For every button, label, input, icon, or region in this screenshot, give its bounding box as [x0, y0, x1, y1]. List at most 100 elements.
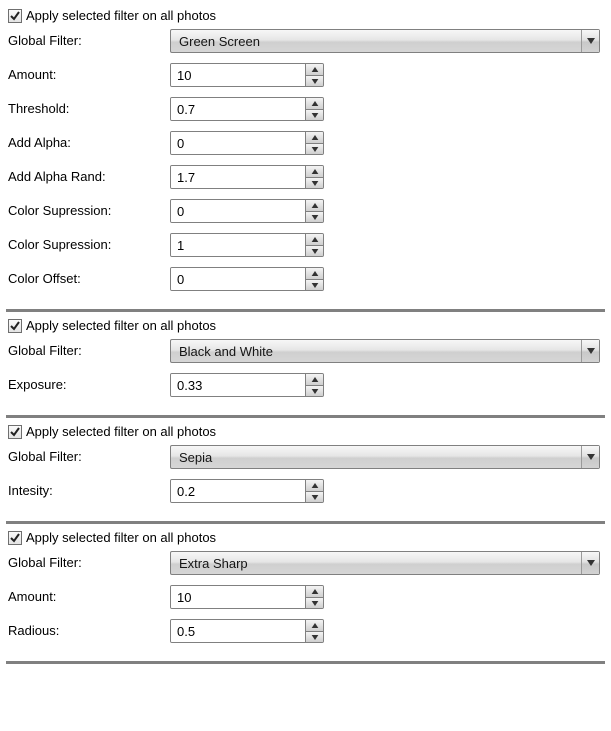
filter-panel: Apply selected filter on all photos Globa…: [6, 4, 605, 312]
spinner-down-button[interactable]: [306, 385, 323, 396]
spinner-buttons: [305, 586, 323, 608]
param-label: Color Supression:: [8, 199, 170, 223]
apply-all-row: Apply selected filter on all photos: [8, 318, 603, 333]
apply-all-checkbox[interactable]: [8, 425, 22, 439]
param-value[interactable]: 10: [171, 586, 305, 608]
apply-all-label: Apply selected filter on all photos: [26, 318, 216, 333]
spinner-down-button[interactable]: [306, 491, 323, 502]
spinner-down-button[interactable]: [306, 245, 323, 256]
spinner-buttons: [305, 64, 323, 86]
spinner-down-button[interactable]: [306, 279, 323, 290]
spinner-up-button[interactable]: [306, 480, 323, 491]
global-filter-dropdown[interactable]: Extra Sharp: [170, 551, 600, 575]
param-spinner[interactable]: 0.5: [170, 619, 324, 643]
apply-all-label: Apply selected filter on all photos: [26, 530, 216, 545]
apply-all-label: Apply selected filter on all photos: [26, 424, 216, 439]
global-filter-value: Extra Sharp: [171, 552, 581, 574]
apply-all-row: Apply selected filter on all photos: [8, 424, 603, 439]
apply-all-row: Apply selected filter on all photos: [8, 530, 603, 545]
param-label: Add Alpha Rand:: [8, 165, 170, 189]
param-value[interactable]: 0.2: [171, 480, 305, 502]
param-row: Threshold:0.7: [8, 97, 603, 121]
param-spinner[interactable]: 0.33: [170, 373, 324, 397]
spinner-down-button[interactable]: [306, 211, 323, 222]
global-filter-value: Sepia: [171, 446, 581, 468]
param-row: Intesity:0.2: [8, 479, 603, 503]
param-value[interactable]: 0.33: [171, 374, 305, 396]
spinner-down-button[interactable]: [306, 597, 323, 608]
param-value[interactable]: 10: [171, 64, 305, 86]
global-filter-dropdown[interactable]: Green Screen: [170, 29, 600, 53]
spinner-buttons: [305, 234, 323, 256]
filter-panel: Apply selected filter on all photos Globa…: [6, 314, 605, 418]
param-label: Color Supression:: [8, 233, 170, 257]
spinner-down-button[interactable]: [306, 143, 323, 154]
filter-panel: Apply selected filter on all photos Globa…: [6, 526, 605, 664]
global-filter-dropdown[interactable]: Sepia: [170, 445, 600, 469]
apply-all-row: Apply selected filter on all photos: [8, 8, 603, 23]
apply-all-checkbox[interactable]: [8, 319, 22, 333]
param-value[interactable]: 1.7: [171, 166, 305, 188]
apply-all-checkbox[interactable]: [8, 531, 22, 545]
param-value[interactable]: 1: [171, 234, 305, 256]
param-value[interactable]: 0.5: [171, 620, 305, 642]
spinner-up-button[interactable]: [306, 586, 323, 597]
param-spinner[interactable]: 10: [170, 63, 324, 87]
param-spinner[interactable]: 0: [170, 267, 324, 291]
global-filter-row: Global Filter:Extra Sharp: [8, 551, 603, 575]
param-spinner[interactable]: 10: [170, 585, 324, 609]
spinner-up-button[interactable]: [306, 234, 323, 245]
spinner-down-button[interactable]: [306, 75, 323, 86]
chevron-down-icon[interactable]: [581, 446, 599, 468]
apply-all-checkbox[interactable]: [8, 9, 22, 23]
param-spinner[interactable]: 0.7: [170, 97, 324, 121]
spinner-down-button[interactable]: [306, 109, 323, 120]
global-filter-value: Green Screen: [171, 30, 581, 52]
global-filter-row: Global Filter:Green Screen: [8, 29, 603, 53]
spinner-up-button[interactable]: [306, 132, 323, 143]
chevron-down-icon[interactable]: [581, 552, 599, 574]
spinner-up-button[interactable]: [306, 200, 323, 211]
spinner-down-button[interactable]: [306, 177, 323, 188]
spinner-up-button[interactable]: [306, 166, 323, 177]
global-filter-label: Global Filter:: [8, 445, 170, 469]
global-filter-dropdown[interactable]: Black and White: [170, 339, 600, 363]
global-filter-label: Global Filter:: [8, 551, 170, 575]
global-filter-label: Global Filter:: [8, 29, 170, 53]
param-spinner[interactable]: 0: [170, 131, 324, 155]
param-value[interactable]: 0: [171, 132, 305, 154]
chevron-down-icon[interactable]: [581, 30, 599, 52]
param-label: Color Offset:: [8, 267, 170, 291]
spinner-up-button[interactable]: [306, 268, 323, 279]
chevron-down-icon[interactable]: [581, 340, 599, 362]
param-spinner[interactable]: 1.7: [170, 165, 324, 189]
param-row: Add Alpha:0: [8, 131, 603, 155]
param-value[interactable]: 0: [171, 268, 305, 290]
spinner-buttons: [305, 620, 323, 642]
param-value[interactable]: 0.7: [171, 98, 305, 120]
spinner-buttons: [305, 268, 323, 290]
param-spinner[interactable]: 0: [170, 199, 324, 223]
param-spinner[interactable]: 1: [170, 233, 324, 257]
param-label: Threshold:: [8, 97, 170, 121]
param-value[interactable]: 0: [171, 200, 305, 222]
spinner-buttons: [305, 98, 323, 120]
spinner-up-button[interactable]: [306, 374, 323, 385]
spinner-buttons: [305, 480, 323, 502]
spinner-up-button[interactable]: [306, 64, 323, 75]
spinner-up-button[interactable]: [306, 98, 323, 109]
spinner-up-button[interactable]: [306, 620, 323, 631]
apply-all-label: Apply selected filter on all photos: [26, 8, 216, 23]
spinner-buttons: [305, 200, 323, 222]
global-filter-value: Black and White: [171, 340, 581, 362]
param-row: Color Supression:0: [8, 199, 603, 223]
global-filter-row: Global Filter:Black and White: [8, 339, 603, 363]
param-row: Color Supression:1: [8, 233, 603, 257]
spinner-down-button[interactable]: [306, 631, 323, 642]
param-label: Exposure:: [8, 373, 170, 397]
param-row: Exposure:0.33: [8, 373, 603, 397]
spinner-buttons: [305, 166, 323, 188]
param-spinner[interactable]: 0.2: [170, 479, 324, 503]
param-label: Add Alpha:: [8, 131, 170, 155]
param-row: Amount:10: [8, 63, 603, 87]
